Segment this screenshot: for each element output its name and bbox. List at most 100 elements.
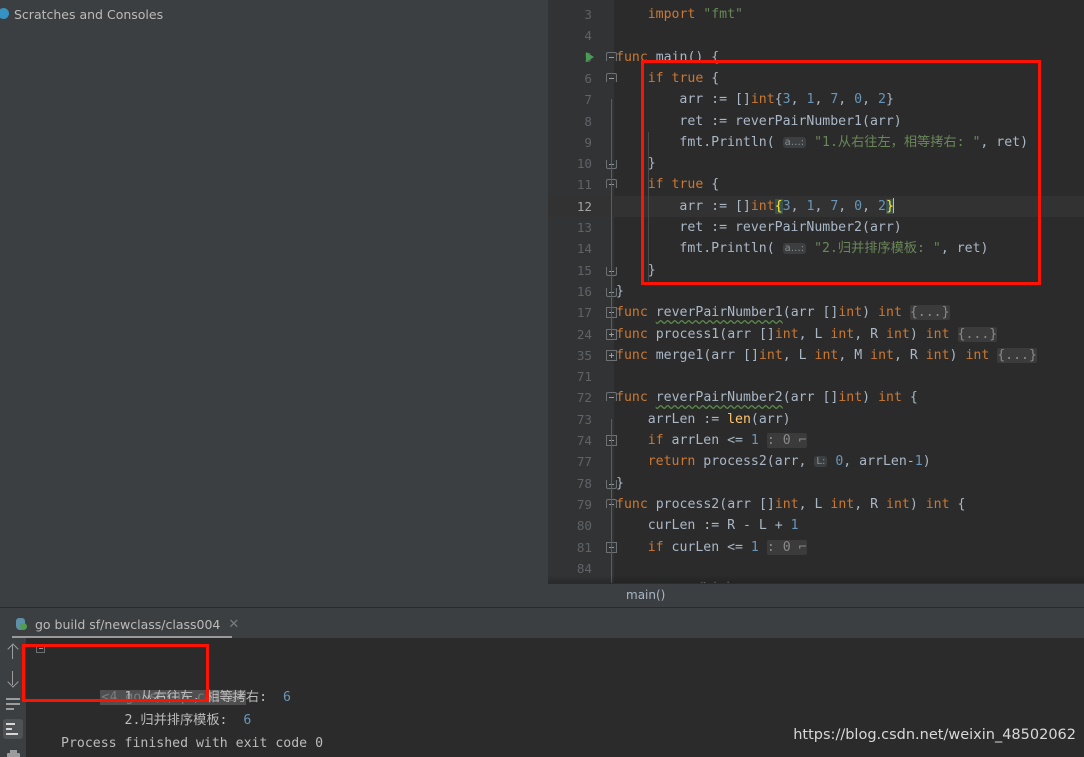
- line-number[interactable]: 10: [548, 153, 592, 174]
- editor-breadcrumb-bar[interactable]: main(): [548, 583, 1084, 607]
- code-line[interactable]: 73 arrLen := len(arr): [548, 409, 1084, 430]
- scroll-to-end-button[interactable]: [3, 719, 23, 739]
- code-token: ): [909, 326, 926, 342]
- run-gutter-icon[interactable]: [586, 51, 594, 62]
- line-number[interactable]: 81: [548, 537, 592, 558]
- code-line[interactable]: 79 func process2(arr []int, L int, R int)…: [548, 494, 1084, 515]
- code-token: , ret): [980, 134, 1029, 150]
- code-token: if: [647, 433, 664, 448]
- code-line[interactable]: 35 func merge1(arr []int, L int, M int, R…: [548, 345, 1084, 366]
- line-number[interactable]: 73: [548, 409, 592, 430]
- project-tool-window[interactable]: Scratches and Consoles: [0, 0, 548, 607]
- code-line[interactable]: 6 if true {: [548, 68, 1084, 89]
- code-line[interactable]: 12 arr := []int{3, 1, 7, 0, 2}: [548, 195, 1084, 217]
- close-icon[interactable]: ✕: [228, 618, 239, 631]
- line-number[interactable]: 84: [548, 558, 592, 579]
- line-number[interactable]: 13: [548, 217, 592, 238]
- line-number[interactable]: 8: [548, 111, 592, 132]
- code-token: int: [774, 496, 799, 512]
- line-number[interactable]: 78: [548, 473, 592, 494]
- soft-wrap-icon: [6, 698, 20, 710]
- code-line[interactable]: 17 func reverPairNumber1(arr []int) int {…: [548, 302, 1084, 323]
- print-button[interactable]: [3, 745, 23, 757]
- print-icon: [7, 750, 20, 757]
- code-line[interactable]: 71: [548, 366, 1084, 387]
- code-token: int: [878, 390, 902, 406]
- line-number[interactable]: 24: [548, 324, 592, 345]
- fold-toggle-icon[interactable]: [36, 644, 45, 653]
- code-line[interactable]: 24 func process1(arr []int, L int, R int)…: [548, 324, 1084, 345]
- code-line[interactable]: 3 import "fmt": [548, 4, 1084, 25]
- line-number[interactable]: 9: [548, 132, 592, 153]
- arrow-down-icon: [12, 671, 13, 685]
- line-number[interactable]: 74: [548, 430, 592, 451]
- code-line[interactable]: 9 fmt.Println( a…: "1.从右往左，相等拷右: ", ret): [548, 132, 1084, 153]
- line-number[interactable]: 6: [548, 68, 592, 89]
- code-token: int: [965, 347, 990, 363]
- console-setup-calls-line[interactable]: <4 go setup calls>: [36, 640, 247, 705]
- code-line[interactable]: 78}: [548, 473, 1084, 494]
- code-line[interactable]: 84: [548, 558, 1084, 579]
- line-number[interactable]: 12: [548, 196, 592, 217]
- line-number[interactable]: 35: [548, 345, 592, 366]
- line-number[interactable]: 77: [548, 451, 592, 472]
- code-line[interactable]: 72 func reverPairNumber2(arr []int) int {: [548, 387, 1084, 408]
- code-line[interactable]: 4: [548, 25, 1084, 46]
- code-line[interactable]: 10}: [548, 153, 1084, 174]
- code-editor[interactable]: 3 import "fmt" 4 5 func main() {6 if true {7 a…: [548, 0, 1084, 583]
- code-line[interactable]: 81 if curLen <= 1 : 0 ⌐: [548, 537, 1084, 558]
- code-line[interactable]: 7 arr := []int{3, 1, 7, 0, 2}: [548, 89, 1084, 110]
- code-token: merge1: [655, 347, 704, 363]
- code-line[interactable]: 74 if arrLen <= 1 : 0 ⌐: [548, 430, 1084, 451]
- line-number[interactable]: 16: [548, 281, 592, 302]
- scroll-down-button[interactable]: [3, 668, 23, 688]
- code-line-text: import "fmt": [614, 4, 743, 25]
- code-token: int: [830, 496, 855, 512]
- line-number[interactable]: 3: [548, 4, 592, 25]
- code-line[interactable]: 16}: [548, 281, 1084, 302]
- breadcrumb[interactable]: main(): [626, 588, 665, 602]
- line-number[interactable]: 7: [548, 89, 592, 110]
- run-toolbar[interactable]: [0, 638, 26, 757]
- line-number[interactable]: 80: [548, 515, 592, 536]
- indent-guide: [647, 195, 649, 281]
- soft-wrap-button[interactable]: [3, 694, 23, 714]
- line-number[interactable]: 17: [548, 302, 592, 323]
- code-token: 1: [914, 454, 923, 470]
- code-token: ): [862, 390, 879, 406]
- code-line[interactable]: 14 fmt.Println( a…: "2.归并排序模板: ", ret): [548, 238, 1084, 259]
- code-line[interactable]: 15}: [548, 260, 1084, 281]
- code-token: "fmt": [703, 7, 743, 22]
- scroll-up-button[interactable]: [3, 642, 23, 662]
- code-token: (arr []: [782, 305, 839, 321]
- code-line[interactable]: 8 ret := reverPairNumber1(arr): [548, 111, 1084, 132]
- line-number[interactable]: 14: [548, 238, 592, 259]
- line-number[interactable]: 72: [548, 387, 592, 408]
- code-token: int: [758, 347, 783, 363]
- line-number[interactable]: 11: [548, 174, 592, 195]
- tree-node-scratches-and-consoles[interactable]: Scratches and Consoles: [0, 4, 548, 24]
- code-line-text: func reverPairNumber1(arr []int) int {..…: [614, 302, 950, 323]
- line-number[interactable]: 71: [548, 366, 592, 387]
- code-line-text: func process2(arr []int, L int, R int) i…: [614, 494, 965, 515]
- code-token: , L: [798, 496, 831, 512]
- code-line[interactable]: 77 return process2(arr, L: 0, arrLen-1): [548, 451, 1084, 472]
- code-line[interactable]: 5 func main() {: [548, 47, 1084, 68]
- watermark-url: https://blog.csdn.net/weixin_48502062: [793, 727, 1076, 743]
- code-line[interactable]: 80 curLen := R - L + 1: [548, 515, 1084, 536]
- line-number[interactable]: 15: [548, 260, 592, 281]
- run-tab[interactable]: go build sf/newclass/class004 ✕: [14, 613, 239, 635]
- code-line[interactable]: 11 if true {: [548, 174, 1084, 195]
- line-number[interactable]: 4: [548, 25, 592, 46]
- line-number[interactable]: 79: [548, 494, 592, 515]
- code-token: int: [886, 326, 910, 342]
- folded-block-placeholder: {...}: [909, 305, 950, 321]
- run-tool-window[interactable]: go build sf/newclass/class004 ✕ <4 go se…: [0, 607, 1084, 757]
- code-line-text: arrLen := len(arr): [614, 409, 791, 430]
- code-line[interactable]: 13 ret := reverPairNumber2(arr): [548, 217, 1084, 238]
- code-line-text: if arrLen <= 1 : 0 ⌐: [614, 430, 807, 451]
